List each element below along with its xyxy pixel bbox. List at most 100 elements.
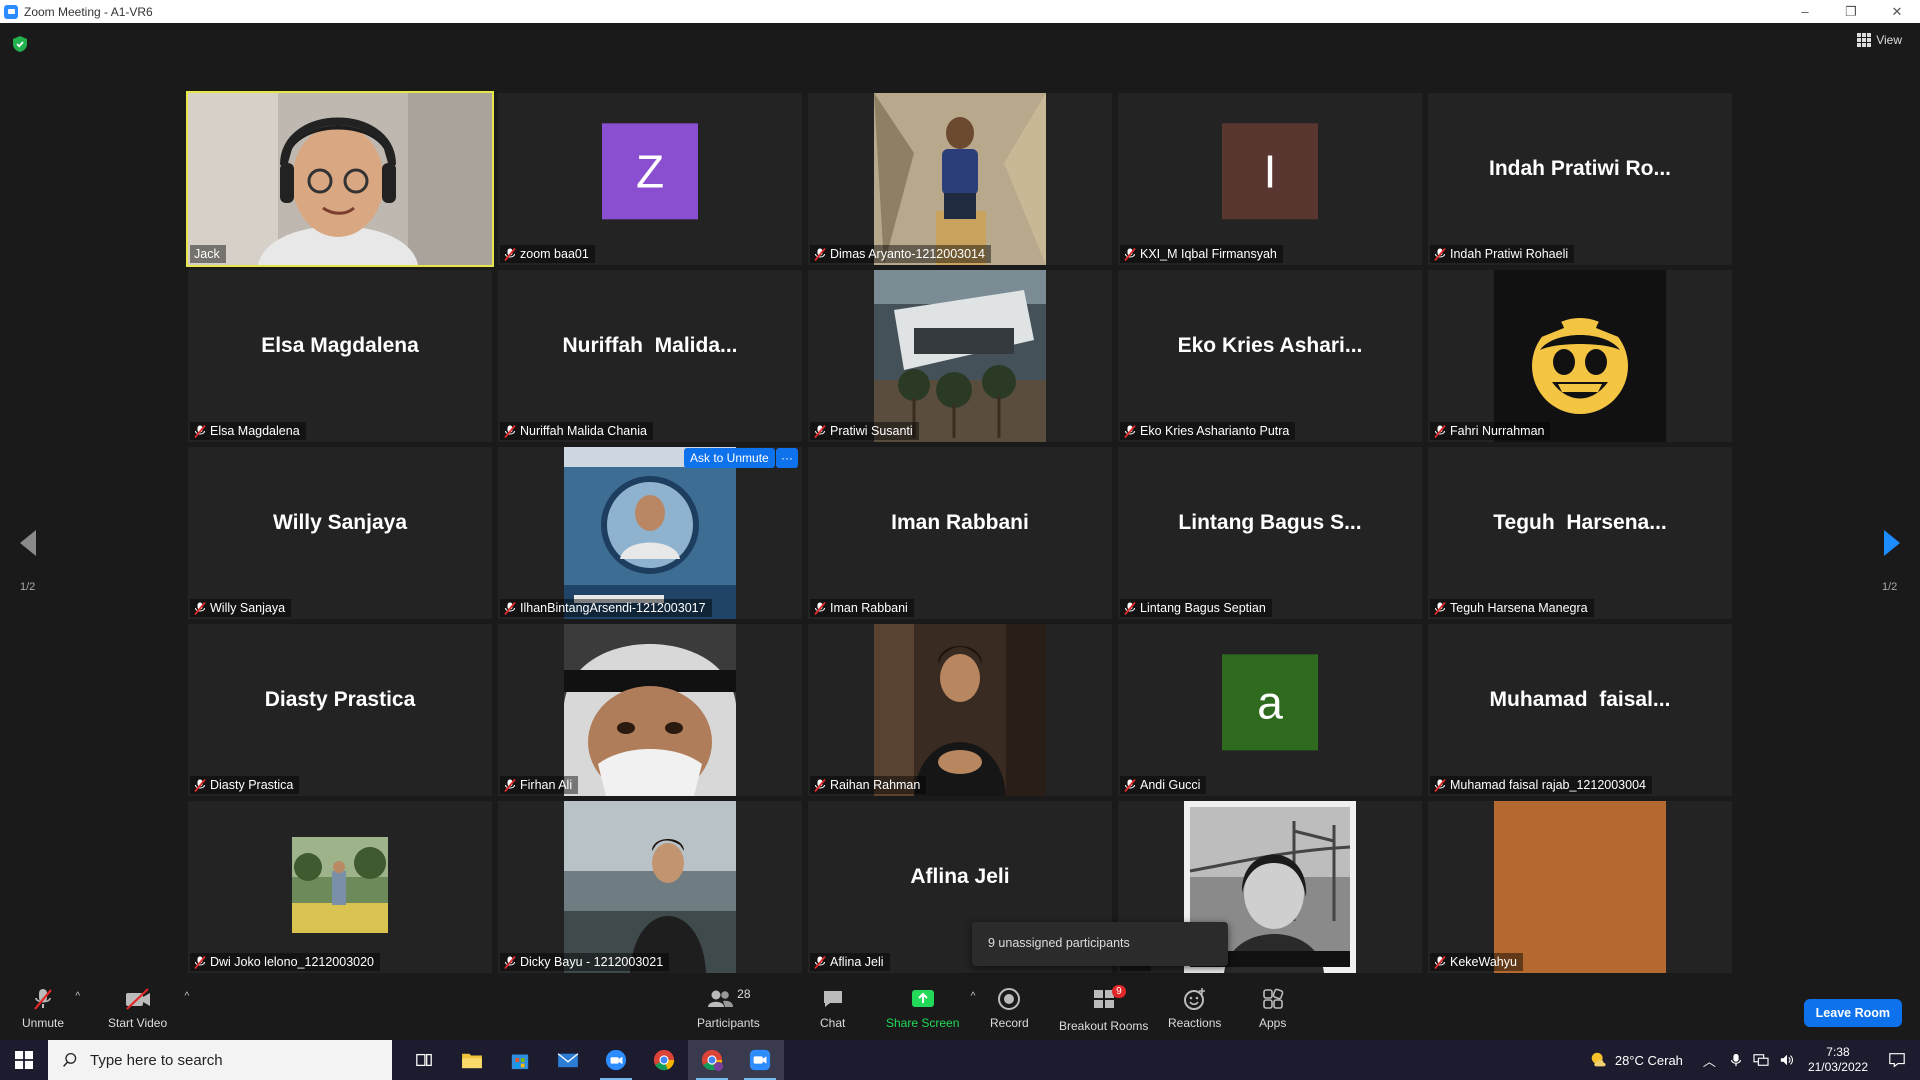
participant-name: Lintang Bagus Septian: [1140, 601, 1266, 615]
participant-name: KXI_M Iqbal Firmansyah: [1140, 247, 1277, 261]
participant-tile[interactable]: a Andi Gucci: [1118, 624, 1422, 796]
record-label: Record: [990, 1016, 1029, 1030]
chrome-profile-icon[interactable]: [688, 1040, 736, 1080]
taskbar-search[interactable]: Type here to search: [48, 1040, 392, 1080]
participant-display-name: Diasty Prastica: [264, 688, 416, 711]
participant-nameplate: KXI_M Iqbal Firmansyah: [1120, 245, 1283, 263]
network-icon[interactable]: [1753, 1053, 1769, 1067]
clock[interactable]: 7:38 21/03/2022: [1808, 1045, 1868, 1075]
participant-tile[interactable]: Indah Pratiwi Ro... Indah Pratiwi Rohaeli: [1428, 93, 1732, 265]
unassigned-text: 9 unassigned participants: [988, 936, 1130, 950]
participant-name: Raihan Rahman: [830, 778, 921, 792]
participant-name: Aflina Jeli: [830, 955, 884, 969]
participants-icon: [708, 990, 734, 1007]
participant-tile[interactable]: Pratiwi Susanti: [808, 270, 1112, 442]
participants-count: 28: [737, 987, 751, 1001]
participant-tile[interactable]: Willy Sanjaya Willy Sanjaya: [188, 447, 492, 619]
participant-tile[interactable]: Firhan Ali: [498, 624, 802, 796]
participant-tile[interactable]: Diasty Prastica Diasty Prastica: [188, 624, 492, 796]
zoom-meeting-taskbar-icon[interactable]: [736, 1040, 784, 1080]
participant-nameplate: Nuriffah Malida Chania: [500, 422, 653, 440]
show-hidden-icons-chevron-icon[interactable]: ︿: [1703, 1051, 1716, 1070]
microphone-muted-icon: [814, 778, 826, 792]
participant-nameplate: Muhamad faisal rajab_1212003004: [1430, 776, 1652, 794]
chat-button[interactable]: Chat: [820, 987, 845, 1030]
search-icon: [63, 1052, 77, 1067]
participant-tile[interactable]: Dimas Aryanto-1212003014: [808, 93, 1112, 265]
microphone-muted-icon: [814, 247, 826, 261]
start-video-button[interactable]: Start Video ^: [108, 987, 189, 1030]
start-button[interactable]: [0, 1040, 48, 1080]
weather-text[interactable]: 28°C Cerah: [1615, 1053, 1683, 1068]
share-screen-button[interactable]: Share Screen ^: [886, 987, 975, 1030]
video-options-caret[interactable]: ^: [184, 991, 189, 1002]
participant-tile[interactable]: Zzoom baa01: [498, 93, 802, 265]
participant-tile[interactable]: Eko Kries Ashari... Eko Kries Asharianto …: [1118, 270, 1422, 442]
notification-center-icon[interactable]: [1888, 1051, 1906, 1069]
microsoft-store-icon[interactable]: [496, 1040, 544, 1080]
microphone-tray-icon[interactable]: [1729, 1053, 1743, 1067]
minimize-button[interactable]: –: [1782, 0, 1828, 23]
chat-icon: [823, 991, 842, 1007]
participant-name: Pratiwi Susanti: [830, 424, 913, 438]
mail-icon[interactable]: [544, 1040, 592, 1080]
weather-sun-cloud-icon: [1591, 1052, 1606, 1067]
participant-tile[interactable]: Iman Rabbani Iman Rabbani: [808, 447, 1112, 619]
microphone-muted-icon: [194, 778, 206, 792]
participant-tile[interactable]: Lintang Bagus S... Lintang Bagus Septian: [1118, 447, 1422, 619]
participant-name: Andi Gucci: [1140, 778, 1201, 792]
record-button[interactable]: Record: [990, 987, 1029, 1030]
participant-display-name: Muhamad faisal...: [1489, 688, 1671, 711]
volume-icon[interactable]: [1779, 1053, 1795, 1067]
task-view-icon[interactable]: [400, 1040, 448, 1080]
unmute-button[interactable]: Unmute ^: [22, 987, 80, 1030]
chrome-icon[interactable]: [640, 1040, 688, 1080]
participant-nameplate: zoom baa01: [500, 245, 595, 263]
apps-button[interactable]: Apps: [1259, 987, 1286, 1030]
apps-label: Apps: [1259, 1016, 1287, 1030]
participant-tile[interactable]: Raihan Rahman: [808, 624, 1112, 796]
participant-tile[interactable]: Elsa Magdalena Elsa Magdalena: [188, 270, 492, 442]
ask-to-unmute-button[interactable]: Ask to Unmute: [684, 448, 775, 468]
participant-tile[interactable]: Dicky Bayu - 1212003021: [498, 801, 802, 973]
participant-display-name: Nuriffah Malida...: [562, 334, 738, 357]
breakout-rooms-button[interactable]: 9 Breakout Rooms: [1059, 985, 1148, 1033]
page-indicator-left: 1/2: [20, 581, 36, 593]
participant-display-name: Elsa Magdalena: [261, 334, 419, 357]
previous-page-arrow-icon[interactable]: [16, 528, 40, 558]
more-options-button[interactable]: ···: [776, 448, 798, 468]
participant-tile[interactable]: Teguh Harsena... Teguh Harsena Manegra: [1428, 447, 1732, 619]
share-options-caret[interactable]: ^: [971, 991, 976, 1002]
audio-options-caret[interactable]: ^: [75, 991, 80, 1002]
next-page-arrow-icon[interactable]: [1880, 528, 1904, 558]
zoom-taskbar-icon[interactable]: [592, 1040, 640, 1080]
security-shield-icon[interactable]: [12, 35, 28, 53]
zoom-app-icon: [4, 4, 18, 19]
participants-button[interactable]: 28 Participants: [697, 987, 760, 1030]
participant-tile[interactable]: Muhamad faisal... Muhamad faisal rajab_12…: [1428, 624, 1732, 796]
participant-tile[interactable]: Dwi Joko lelono_1212003020: [188, 801, 492, 973]
view-button[interactable]: View: [1857, 33, 1902, 47]
file-explorer-icon[interactable]: [448, 1040, 496, 1080]
leave-room-button[interactable]: Leave Room: [1803, 999, 1902, 1027]
microphone-muted-icon: [1124, 601, 1136, 615]
participant-nameplate: Lintang Bagus Septian: [1120, 599, 1272, 617]
participant-tile[interactable]: Jack: [186, 91, 494, 267]
participant-nameplate: Dicky Bayu - 1212003021: [500, 953, 670, 971]
participant-name: Jack: [194, 247, 220, 261]
close-button[interactable]: ✕: [1874, 0, 1920, 23]
microphone-muted-icon: [504, 247, 516, 261]
reactions-button[interactable]: Reactions: [1168, 987, 1221, 1030]
participant-tile[interactable]: I KXI_M Iqbal Firmansyah: [1118, 93, 1422, 265]
participant-display-name: Eko Kries Ashari...: [1177, 334, 1363, 357]
participant-tile[interactable]: KekeWahyu: [1428, 801, 1732, 973]
participant-tile[interactable]: Nuriffah Malida... Nuriffah Malida Chania: [498, 270, 802, 442]
participant-nameplate: KekeWahyu: [1430, 953, 1523, 971]
participant-tile[interactable]: Fahri Nurrahman: [1428, 270, 1732, 442]
participant-name: Teguh Harsena Manegra: [1450, 601, 1588, 615]
participant-tile[interactable]: IlhanBintangArsendi-1212003017: [498, 447, 802, 619]
participant-avatar: I: [1222, 123, 1318, 220]
participant-display-name: Lintang Bagus S...: [1178, 511, 1362, 534]
restore-button[interactable]: ❐: [1828, 0, 1874, 23]
system-tray: 28°C Cerah ︿ 7:38 21/03/2022: [1589, 1040, 1920, 1080]
